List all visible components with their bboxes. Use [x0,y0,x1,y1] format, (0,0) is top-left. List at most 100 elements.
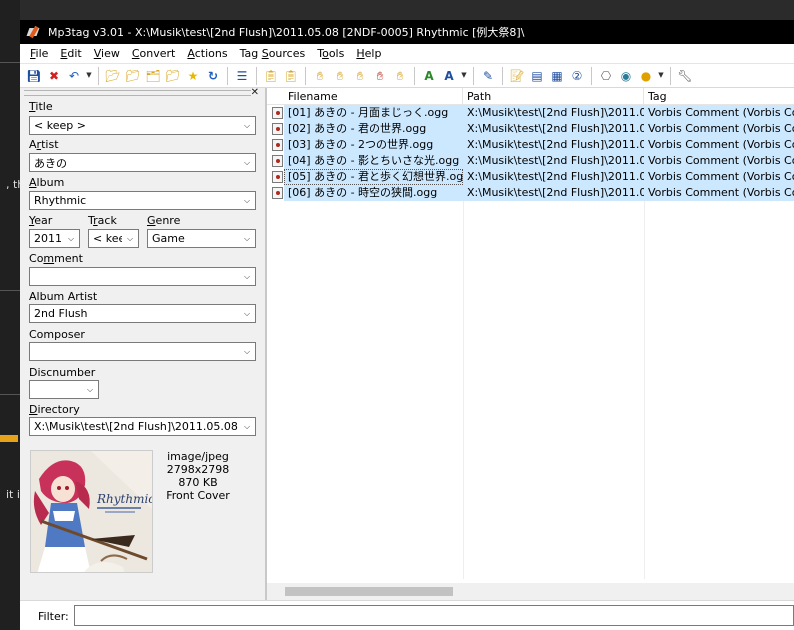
ogg-file-icon [272,139,283,151]
chevron-down-icon[interactable]: ⌵ [239,192,255,209]
chevron-down-icon[interactable]: ⌵ [239,343,255,360]
extended-tags-icon[interactable]: ✎ [479,67,497,85]
copy-tag-icon[interactable]: 📋︎ [262,67,280,85]
album-combobox[interactable]: Rhythmic ⌵ [29,191,256,210]
artist-combobox[interactable]: あきの ⌵ [29,153,256,172]
composer-combobox[interactable]: ⌵ [29,342,256,361]
remove-tag-icon[interactable]: ✖ [45,67,63,85]
path-cell: X:\Musik\test\[2nd Flush]\2011.05.0... [463,185,644,201]
tag-panel: ✕ Title < keep > ⌵ Artist あきの ⌵ Album Rh… [20,87,266,600]
text-file-to-tag-icon[interactable]: ✋︎ [371,67,389,85]
chevron-down-icon[interactable]: ⌵ [63,230,79,247]
chevron-down-icon[interactable]: ⌵ [239,154,255,171]
title-bar[interactable]: Mp3tag v3.01 - X:\Musik\test\[2nd Flush]… [20,20,794,44]
toolbar-separator [502,66,503,85]
undo-icon[interactable]: ↶ [65,67,83,85]
chevron-down-icon[interactable]: ⌵ [239,305,255,322]
mp3tag-window: Mp3tag v3.01 - X:\Musik\test\[2nd Flush]… [20,20,794,630]
horizontal-scrollbar[interactable] [267,583,794,600]
cover-filesize: 870 KB [178,476,218,489]
table-row[interactable]: [01] あきの - 月面まじっく.ogg X:\Musik\test\[2nd… [267,105,794,121]
filename-to-tag-icon[interactable]: ✋︎ [311,67,329,85]
background-divider [0,394,20,395]
column-headers: Filename ˄ Path Tag [267,88,794,105]
ogg-file-icon [272,187,283,199]
tag-to-filename-icon[interactable]: ✋︎ [331,67,349,85]
comment-combobox[interactable]: ⌵ [29,267,256,286]
table-row[interactable]: [02] あきの - 君の世界.ogg X:\Musik\test\[2nd F… [267,121,794,137]
chevron-down-icon[interactable]: ⌵ [239,418,255,435]
favorites-star-icon[interactable]: ★ [184,67,202,85]
filename-cell: [06] あきの - 時空の狭間.ogg [284,185,463,201]
menu-item[interactable]: Help [350,47,387,60]
column-header-tag[interactable]: Tag [644,88,794,105]
background-divider [0,62,20,63]
album-artist-combobox[interactable]: 2nd Flush ⌵ [29,304,256,323]
options-wrench-icon[interactable]: 🔧︎ [676,67,694,85]
menu-item[interactable]: Tools [311,47,350,60]
comment-label: Comment [29,252,83,265]
table-row[interactable]: [06] あきの - 時空の狭間.ogg X:\Musik\test\[2nd … [267,185,794,201]
tag-to-text-file-icon[interactable]: ✋︎ [391,67,409,85]
column-header-path[interactable]: Path [463,88,644,105]
open-folder-icon[interactable]: 📁︎ [164,67,182,85]
discnumber-combobox[interactable]: ⌵ [29,380,99,399]
menu-item[interactable]: Edit [54,47,87,60]
chevron-down-icon[interactable]: ⌵ [82,381,98,398]
tag-cell: Vorbis Comment (Vorbis Comment) [644,105,794,121]
directory-combobox[interactable]: X:\Musik\test\[2nd Flush]\2011.05.08 [2N… [29,417,256,436]
playlist-icon[interactable]: ☰ [233,67,251,85]
favorite-folder-icon[interactable]: 🗂︎ [144,67,162,85]
column-header-filename[interactable]: Filename [284,88,463,105]
table-row[interactable]: [05] あきの - 君と歩く幻想世界.ogg X:\Musik\test\[2… [267,169,794,185]
menu-item[interactable]: View [88,47,126,60]
discnumber-label: Discnumber [29,366,96,379]
save-icon[interactable]: 💾︎ [25,67,43,85]
scrollbar-thumb[interactable] [285,587,453,596]
export-icon[interactable]: 📝︎ [508,67,526,85]
add-directory-icon[interactable]: 📁︎ [124,67,142,85]
path-cell: X:\Musik\test\[2nd Flush]\2011.05.0... [463,137,644,153]
tag-cell: Vorbis Comment (Vorbis Comment) [644,153,794,169]
menu-item[interactable]: Actions [181,47,233,60]
panel-grip[interactable] [24,90,251,96]
tag-sources-icon[interactable]: ⎔ [597,67,615,85]
table-row[interactable]: [04] あきの - 影とちいさな光.ogg X:\Musik\test\[2n… [267,153,794,169]
genre-combobox[interactable]: Game ⌵ [147,229,256,248]
year-combobox[interactable]: 2011 ⌵ [29,229,80,248]
change-directory-icon[interactable]: 📂︎ [104,67,122,85]
actions-icon[interactable]: A [420,67,438,85]
title-label: Title [29,100,53,113]
title-combobox[interactable]: < keep > ⌵ [29,116,256,135]
track-combobox[interactable]: < keep ⌵ [88,229,139,248]
genre-value: Game [152,232,185,245]
paste-tag-icon[interactable]: 📋︎ [282,67,300,85]
cover-mime: image/jpeg [167,450,229,463]
menu-item[interactable]: Convert [126,47,182,60]
cover-art[interactable]: Rhythmic [30,450,153,573]
close-icon[interactable]: ✕ [251,87,259,98]
chevron-down-icon[interactable]: ⌵ [239,230,255,247]
web-sources-icon[interactable]: ● [637,67,655,85]
cover-art-title: Rhythmic [96,492,153,506]
tag-to-tag-icon[interactable]: ✋︎ [351,67,369,85]
undo-dropdown-icon[interactable]: ▼ [85,67,93,85]
web-sources-dropdown-icon[interactable]: ▼ [657,67,665,85]
table-row[interactable]: [03] あきの - 2つの世界.ogg X:\Musik\test\[2nd … [267,137,794,153]
toolbar-separator [591,66,592,85]
chevron-down-icon[interactable]: ⌵ [122,230,138,247]
csv-export-icon[interactable]: ▦ [548,67,566,85]
menu-item[interactable]: File [24,47,54,60]
quick-actions-icon[interactable]: A [440,67,458,85]
actions-dropdown-icon[interactable]: ▼ [460,67,468,85]
chevron-down-icon[interactable]: ⌵ [239,268,255,285]
filter-input[interactable] [74,605,794,626]
refresh-icon[interactable]: ↻ [204,67,222,85]
html-export-icon[interactable]: ▤ [528,67,546,85]
freedb-icon[interactable]: ◉ [617,67,635,85]
autonumbering-icon[interactable]: ② [568,67,586,85]
cover-info: image/jpeg 2798x2798 870 KB Front Cover [160,450,236,502]
menu-item[interactable]: Tag Sources [234,47,312,60]
cover-type: Front Cover [166,489,230,502]
chevron-down-icon[interactable]: ⌵ [239,117,255,134]
